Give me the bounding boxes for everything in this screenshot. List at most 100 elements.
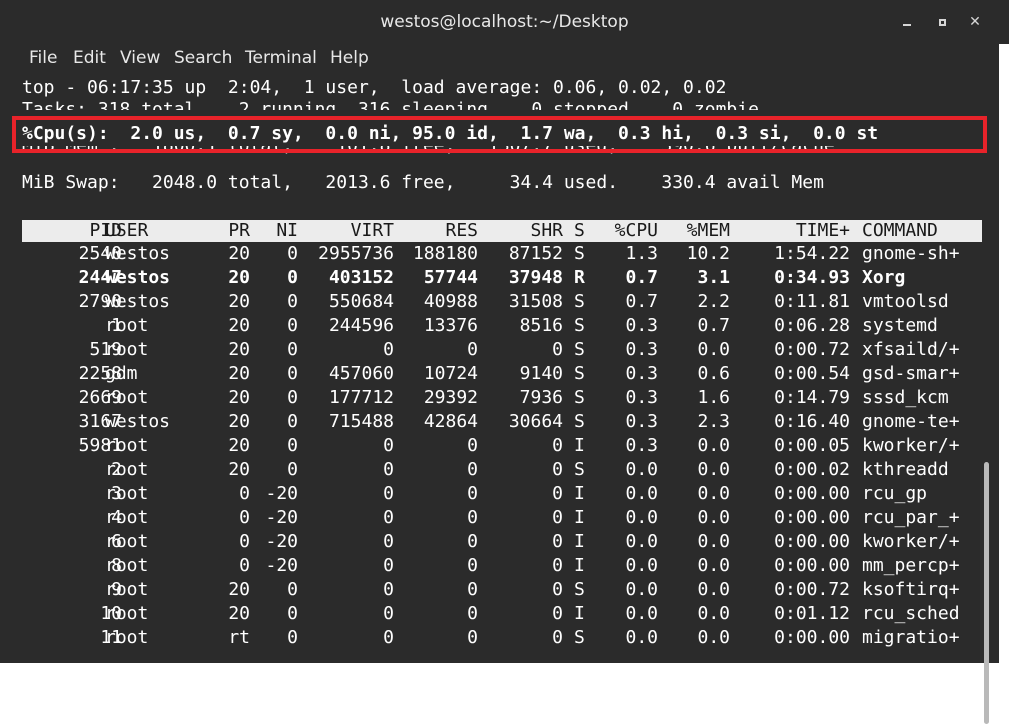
close-button[interactable]: ✕ xyxy=(963,10,987,34)
menu-search[interactable]: Search xyxy=(174,48,232,68)
menu-file[interactable]: File xyxy=(29,48,57,68)
cell-command: gnome-te+ xyxy=(862,411,960,432)
cell-user: root xyxy=(105,459,149,480)
cell-command: sssd_kcm xyxy=(862,387,949,408)
cell-pr: 20 xyxy=(228,291,250,312)
cell-pr: 20 xyxy=(228,411,250,432)
cell-state: I xyxy=(574,531,585,552)
cell-cpu: 1.3 xyxy=(625,243,658,264)
cell-virt: 0 xyxy=(383,555,394,576)
menu-edit[interactable]: Edit xyxy=(73,48,106,68)
cell-command: gsd-smar+ xyxy=(862,363,960,384)
cell-mem: 0.0 xyxy=(697,603,730,624)
cell-pr: 20 xyxy=(228,243,250,264)
header-res: RES xyxy=(445,220,478,241)
cell-res: 42864 xyxy=(423,411,478,432)
minimize-icon xyxy=(903,24,911,26)
cell-cpu: 0.3 xyxy=(625,411,658,432)
cell-time: 0:00.00 xyxy=(774,507,850,528)
cell-state: I xyxy=(574,483,585,504)
maximize-button[interactable] xyxy=(930,10,954,34)
cell-shr: 0 xyxy=(552,483,563,504)
cell-state: S xyxy=(574,579,585,600)
cell-cpu: 0.3 xyxy=(625,315,658,336)
table-row: 3 root 0 -20 0 0 0 I 0.0 0.0 0:00.00 rcu_gp xyxy=(22,482,982,506)
cell-res: 0 xyxy=(467,483,478,504)
cell-user: root xyxy=(105,627,149,648)
menu-view[interactable]: View xyxy=(120,48,160,68)
cell-state: I xyxy=(574,603,585,624)
top-summary-line: top - 06:17:35 up 2:04, 1 user, load ave… xyxy=(22,77,727,98)
cell-shr: 0 xyxy=(552,627,563,648)
header-time: TIME+ xyxy=(795,220,850,241)
cell-command: migratio+ xyxy=(862,627,960,648)
cell-res: 0 xyxy=(467,603,478,624)
cell-virt: 0 xyxy=(383,579,394,600)
cell-mem: 0.7 xyxy=(697,315,730,336)
cell-command: xfsaild/+ xyxy=(862,339,960,360)
cell-mem: 0.0 xyxy=(697,507,730,528)
cell-time: 0:34.93 xyxy=(774,267,850,288)
cell-pr: rt xyxy=(228,627,250,648)
process-table-header: PID USER PR NI VIRT RES SHR S %CPU %MEM TIME+ COMMA… xyxy=(22,220,982,242)
cell-mem: 3.1 xyxy=(697,267,730,288)
window-title: westos@localhost:~/Desktop xyxy=(380,12,629,32)
cell-mem: 0.0 xyxy=(697,531,730,552)
cell-ni: -20 xyxy=(265,483,298,504)
cell-pr: 20 xyxy=(228,315,250,336)
table-row: 2540 westos 20 0 2955736 188180 87152 S 1.3 10.2 1… xyxy=(22,242,982,266)
cell-shr: 30664 xyxy=(508,411,563,432)
cell-time: 0:00.00 xyxy=(774,555,850,576)
cell-ni: 0 xyxy=(287,243,298,264)
cell-res: 188180 xyxy=(412,243,478,264)
table-row: 2258 gdm 20 0 457060 10724 9140 S 0.3 0.6 0:00.54 g… xyxy=(22,362,982,386)
cell-pr: 0 xyxy=(239,555,250,576)
cell-user: westos xyxy=(105,411,171,432)
cell-virt: 2955736 xyxy=(318,243,394,264)
cell-cpu: 0.0 xyxy=(625,627,658,648)
cell-res: 40988 xyxy=(423,291,478,312)
vertical-scrollbar[interactable] xyxy=(984,462,989,724)
cell-user: westos xyxy=(105,291,171,312)
cell-mem: 0.0 xyxy=(697,579,730,600)
cell-state: I xyxy=(574,507,585,528)
cell-user: westos xyxy=(105,267,171,288)
menu-terminal[interactable]: Terminal xyxy=(245,48,317,68)
cell-cpu: 0.7 xyxy=(625,291,658,312)
title-bar[interactable]: westos@localhost:~/Desktop ✕ xyxy=(0,0,1009,44)
menu-help[interactable]: Help xyxy=(330,48,369,68)
terminal-area[interactable]: top - 06:17:35 up 2:04, 1 user, load ave… xyxy=(0,72,999,724)
cell-mem: 0.0 xyxy=(697,435,730,456)
table-row: 1 root 20 0 244596 13376 8516 S 0.3 0.7 0:06.28 sys… xyxy=(22,314,982,338)
table-row: 3167 westos 20 0 715488 42864 30664 S 0.3 2.3 0:16… xyxy=(22,410,982,434)
cell-virt: 177712 xyxy=(328,387,394,408)
cell-command: Xorg xyxy=(862,267,906,288)
cell-mem: 1.6 xyxy=(697,387,730,408)
cell-time: 0:00.72 xyxy=(774,579,850,600)
header-cpu: %CPU xyxy=(614,220,658,241)
cell-pr: 0 xyxy=(239,507,250,528)
cell-pr: 20 xyxy=(228,387,250,408)
cell-shr: 0 xyxy=(552,459,563,480)
cell-pr: 0 xyxy=(239,483,250,504)
cell-cpu: 0.7 xyxy=(625,267,658,288)
cell-ni: -20 xyxy=(265,507,298,528)
cell-res: 0 xyxy=(467,459,478,480)
cell-state: S xyxy=(574,627,585,648)
table-row: 10 root 20 0 0 0 0 I 0.0 0.0 0:01.12 rcu_sched xyxy=(22,602,982,626)
cell-command: kworker/+ xyxy=(862,435,960,456)
maximize-icon xyxy=(938,18,946,26)
cell-time: 0:00.00 xyxy=(774,483,850,504)
cell-time: 0:00.05 xyxy=(774,435,850,456)
cell-state: R xyxy=(574,267,585,288)
cell-ni: 0 xyxy=(287,411,298,432)
cell-user: root xyxy=(105,531,149,552)
cell-time: 0:16.40 xyxy=(774,411,850,432)
cell-state: S xyxy=(574,363,585,384)
cell-cpu: 0.3 xyxy=(625,339,658,360)
cell-ni: 0 xyxy=(287,603,298,624)
minimize-button[interactable] xyxy=(895,10,919,34)
cell-ni: 0 xyxy=(287,315,298,336)
header-state: S xyxy=(574,220,585,241)
cell-state: S xyxy=(574,339,585,360)
